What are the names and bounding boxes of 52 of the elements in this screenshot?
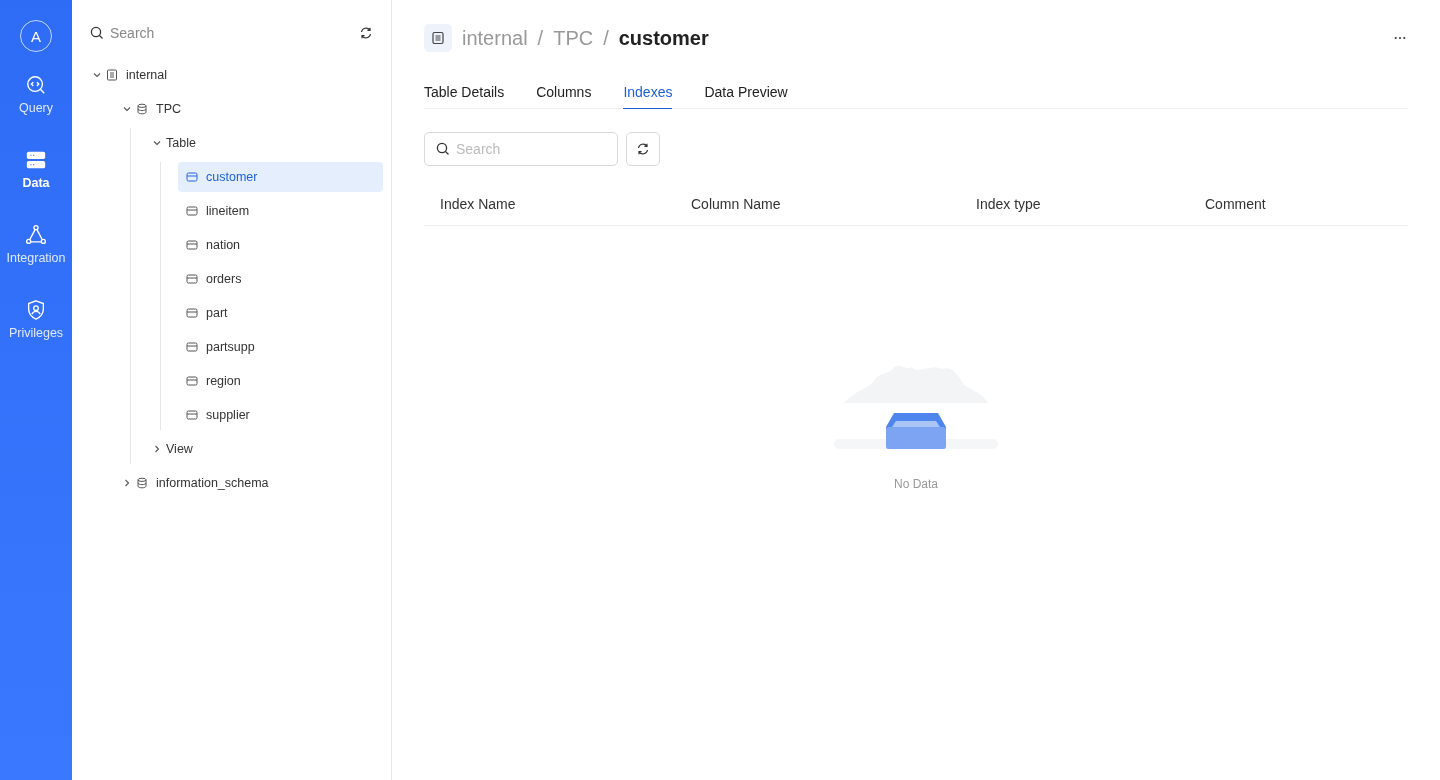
tab[interactable]: Indexes <box>623 78 673 109</box>
refresh-icon <box>636 142 650 156</box>
table-icon <box>186 171 198 183</box>
refresh-button[interactable] <box>626 132 660 166</box>
refresh-icon[interactable] <box>359 26 373 40</box>
table-icon <box>186 273 198 285</box>
tree-item[interactable]: orders <box>178 264 383 294</box>
column-header: Index Name <box>440 196 517 212</box>
tree-item[interactable]: internal <box>91 60 383 90</box>
table-icon <box>186 409 198 421</box>
tab[interactable]: Columns <box>536 78 592 109</box>
database-icon <box>136 103 148 115</box>
tree-item[interactable]: part <box>178 298 383 328</box>
table-icon <box>186 341 198 353</box>
table-icon <box>424 24 452 52</box>
table-icon <box>186 205 198 217</box>
server-icon <box>25 149 47 171</box>
column-header: Column Name <box>691 196 782 212</box>
breadcrumb-separator: / <box>603 26 609 50</box>
tree-item[interactable]: region <box>178 366 383 396</box>
breadcrumb-item: customer <box>618 26 709 50</box>
nav-item[interactable]: Data <box>0 149 72 224</box>
tree-item[interactable]: TPC <box>121 94 383 124</box>
table-icon <box>186 375 198 387</box>
search-icon <box>436 142 450 156</box>
search-field[interactable]: Search <box>424 132 618 166</box>
tree-item[interactable]: lineitem <box>178 196 383 226</box>
tree-item[interactable]: nation <box>178 230 383 260</box>
nav-item[interactable]: Integration <box>0 224 72 299</box>
table-icon <box>186 239 198 251</box>
tab[interactable]: Table Details <box>424 78 505 109</box>
tree-item[interactable]: partsupp <box>178 332 383 362</box>
column-header: Comment <box>1205 196 1267 212</box>
search-icon <box>90 26 104 40</box>
list-icon <box>106 69 118 81</box>
more-icon[interactable] <box>1394 36 1406 40</box>
network-icon <box>25 224 47 246</box>
table-icon <box>186 307 198 319</box>
column-header: Index type <box>976 196 1042 212</box>
empty-state-text: No Data <box>894 477 938 491</box>
nav-item[interactable]: Query <box>0 74 72 149</box>
tree-item[interactable]: supplier <box>178 400 383 430</box>
code-search-icon <box>25 74 47 96</box>
tree-item[interactable]: customer <box>178 162 383 192</box>
shield-user-icon <box>25 299 47 321</box>
breadcrumb-separator: / <box>537 26 544 50</box>
database-icon <box>136 477 148 489</box>
tab[interactable]: Data Preview <box>704 78 788 109</box>
nav-item[interactable]: Privileges <box>0 299 72 374</box>
tree-item[interactable]: Table <box>151 128 383 158</box>
tree-item[interactable]: View <box>151 434 383 464</box>
tree-item[interactable]: information_schema <box>121 468 383 498</box>
